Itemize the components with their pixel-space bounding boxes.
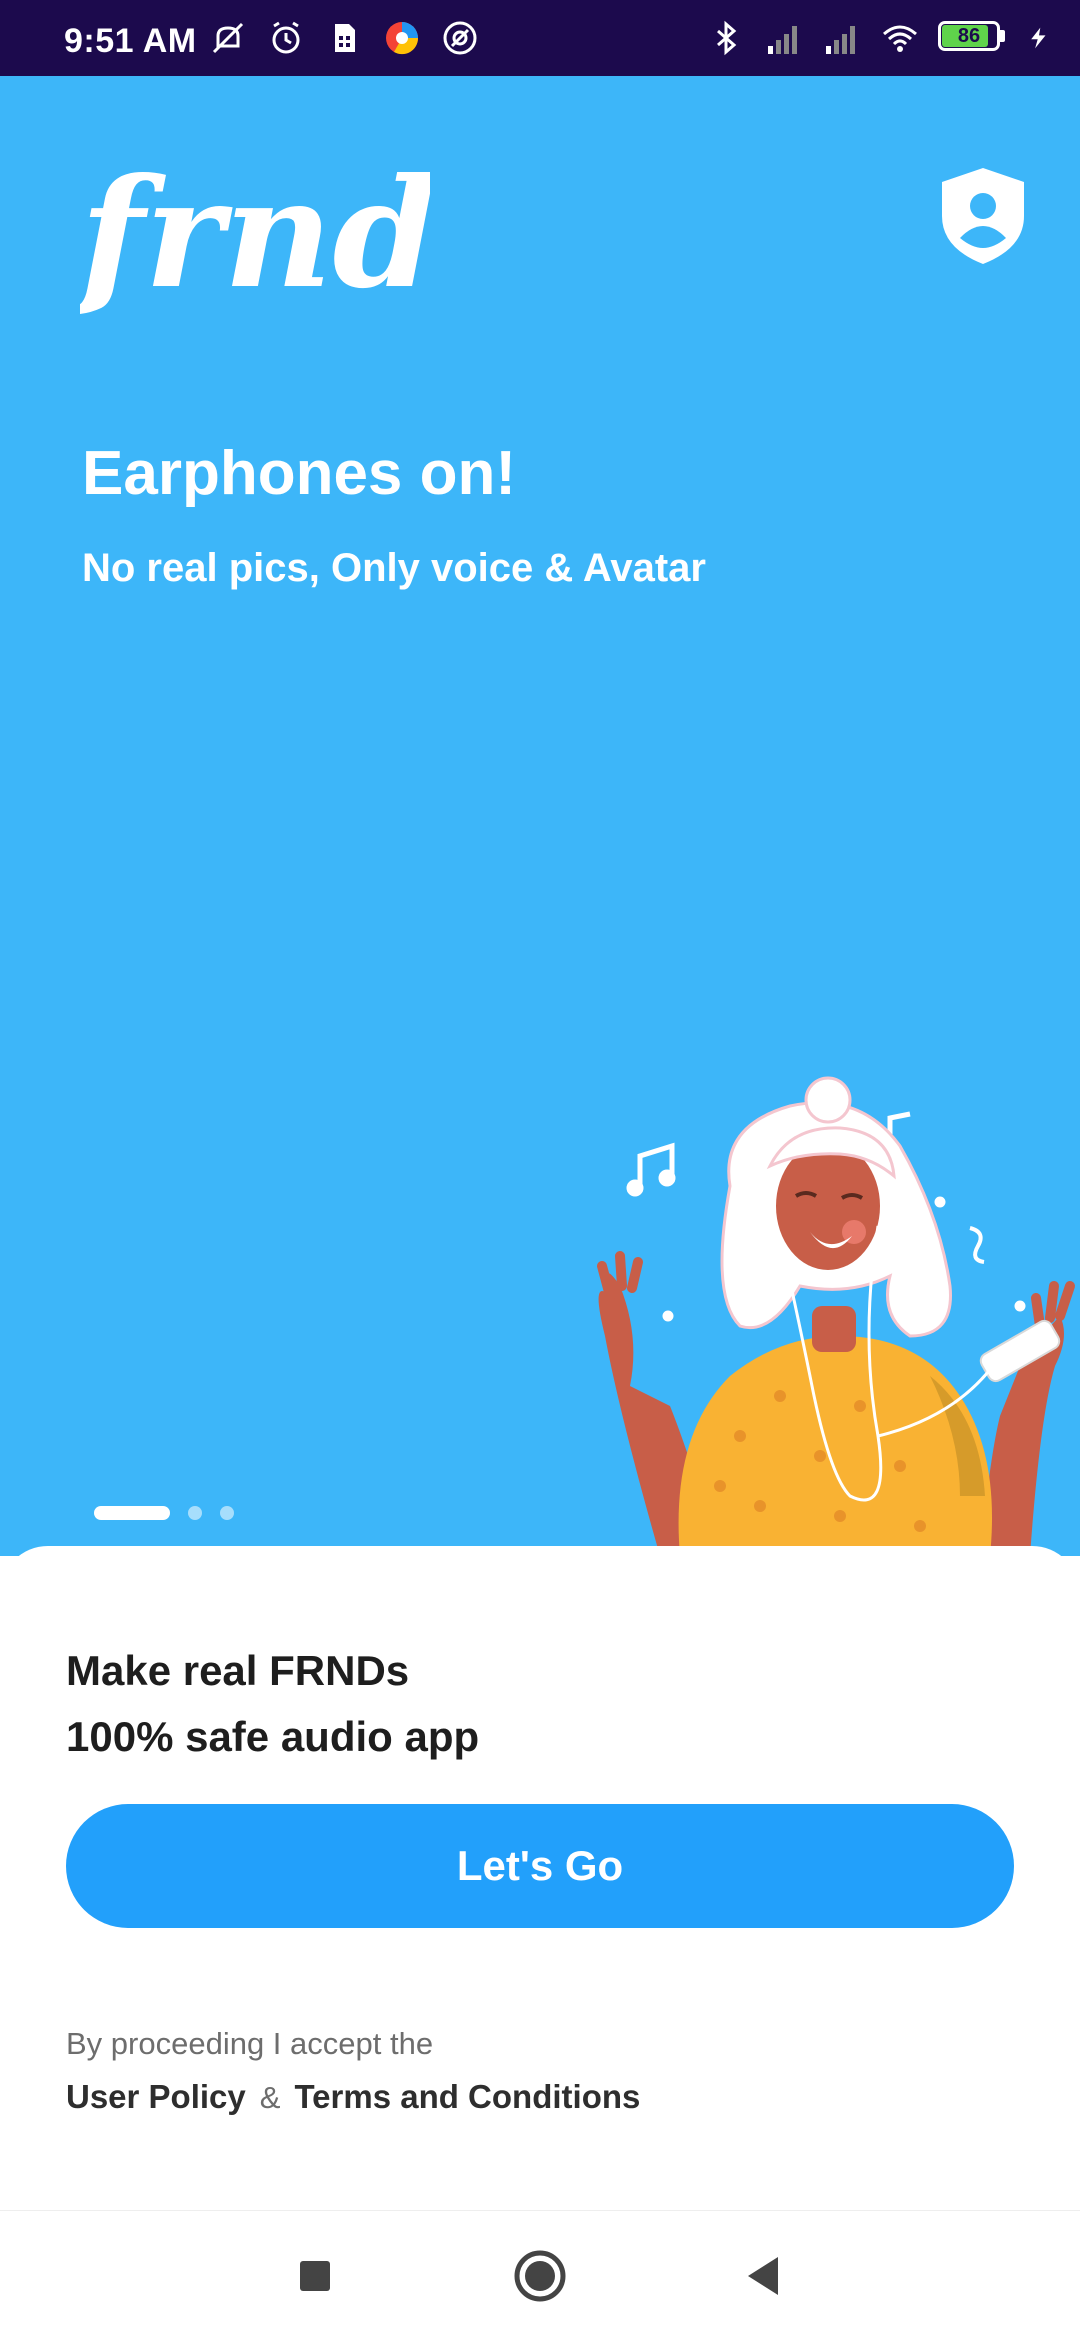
battery-level: 86 xyxy=(957,25,981,47)
battery-icon: 86 xyxy=(938,21,1008,55)
status-time: 9:51 AM xyxy=(64,22,197,60)
pager-dot[interactable] xyxy=(220,1506,234,1520)
ampersand: & xyxy=(259,2080,281,2115)
at-icon xyxy=(443,21,477,55)
sheet-title: Make real FRNDs 100% safe audio app xyxy=(66,1638,479,1770)
recents-square-icon[interactable] xyxy=(280,2241,350,2311)
policy-links: User Policy & Terms and Conditions xyxy=(66,2078,640,2116)
hero-subtitle: No real pics, Only voice & Avatar xyxy=(82,546,706,590)
alarm-icon xyxy=(272,21,300,54)
consent-text: By proceeding I accept the xyxy=(66,2026,434,2061)
pager-dot[interactable] xyxy=(94,1506,170,1520)
terms-link[interactable]: Terms and Conditions xyxy=(294,2078,640,2116)
frnd-logo: frnd xyxy=(80,156,430,322)
sim-icon xyxy=(335,24,355,52)
status-bar: 9:51 AM 86 xyxy=(0,0,1080,76)
signal-icon xyxy=(826,26,855,54)
bluetooth-icon xyxy=(717,20,737,56)
pager-dot[interactable] xyxy=(188,1506,202,1520)
browser-icon xyxy=(386,22,419,55)
safety-shield-button[interactable] xyxy=(938,166,1028,266)
signal-icon xyxy=(768,26,797,54)
home-circle-icon[interactable] xyxy=(505,2241,575,2311)
hero-panel: frnd Earphones on! No real pics, Only vo… xyxy=(0,76,1080,1556)
system-nav-bar xyxy=(0,2210,1080,2341)
charging-icon xyxy=(1031,27,1046,49)
svg-text:frnd: frnd xyxy=(80,156,430,322)
back-triangle-icon[interactable] xyxy=(730,2241,800,2311)
status-left-icons xyxy=(208,18,480,58)
wifi-icon xyxy=(883,25,917,52)
bottom-sheet: Make real FRNDs 100% safe audio app Let'… xyxy=(0,1546,1080,2210)
sheet-title-line2: 100% safe audio app xyxy=(66,1713,480,1760)
lets-go-button[interactable]: Let's Go xyxy=(66,1804,1014,1928)
sheet-title-line1: Make real FRNDs xyxy=(66,1647,410,1694)
hero-title: Earphones on! xyxy=(82,439,517,508)
status-right-icons: 86 xyxy=(706,18,1052,58)
user-policy-link[interactable]: User Policy xyxy=(66,2078,246,2116)
pager-indicator xyxy=(94,1506,234,1520)
mute-icon xyxy=(212,22,244,54)
woman-listening-illustration xyxy=(597,1076,1075,1556)
